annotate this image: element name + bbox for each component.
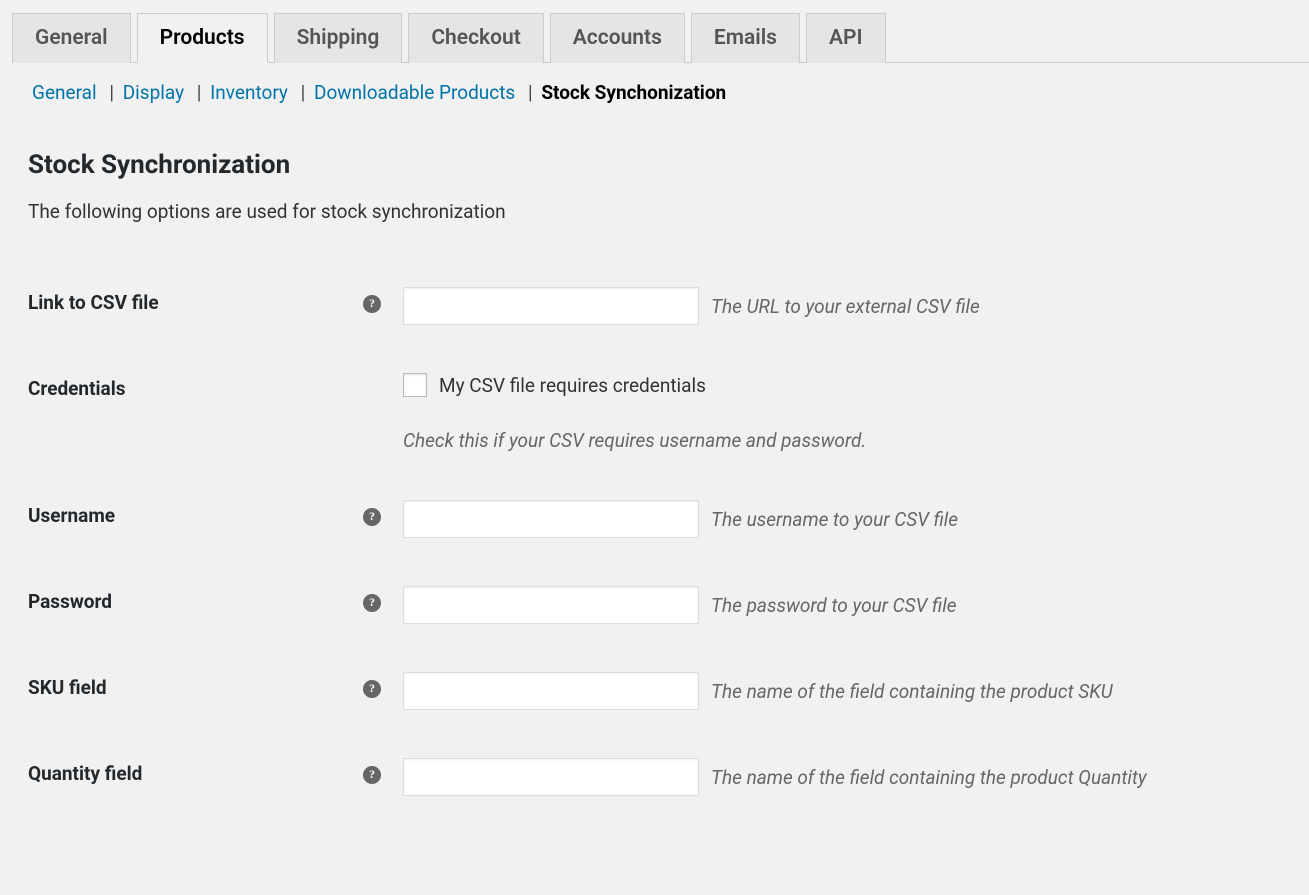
label-credentials: Credentials <box>28 373 363 400</box>
csv-link-hint: The URL to your external CSV file <box>711 295 980 318</box>
help-icon[interactable]: ? <box>363 594 381 612</box>
label-quantity-field: Quantity field <box>28 758 363 785</box>
separator: | <box>109 81 114 104</box>
quantity-field-hint: The name of the field containing the pro… <box>711 766 1147 789</box>
separator: | <box>301 81 306 104</box>
password-hint: The password to your CSV file <box>711 594 956 617</box>
quantity-field-input[interactable] <box>403 758 699 796</box>
row-csv-link: Link to CSV file ? The URL to your exter… <box>28 263 1281 349</box>
label-password: Password <box>28 586 363 613</box>
tab-products[interactable]: Products <box>137 13 268 63</box>
tab-emails[interactable]: Emails <box>691 13 800 63</box>
subnav-inventory[interactable]: Inventory <box>210 81 288 104</box>
row-credentials: Credentials My CSV file requires credent… <box>28 349 1281 476</box>
separator: | <box>528 81 533 104</box>
sku-field-input[interactable] <box>403 672 699 710</box>
credentials-checkbox-label[interactable]: My CSV file requires credentials <box>439 374 706 397</box>
label-sku-field: SKU field <box>28 672 363 699</box>
subnav-stock-sync[interactable]: Stock Synchonization <box>541 81 726 104</box>
csv-link-input[interactable] <box>403 287 699 325</box>
row-sku-field: SKU field ? The name of the field contai… <box>28 648 1281 734</box>
help-icon[interactable]: ? <box>363 766 381 784</box>
subnav-general[interactable]: General <box>32 81 97 104</box>
subnav-display[interactable]: Display <box>123 81 184 104</box>
tab-shipping[interactable]: Shipping <box>274 13 403 63</box>
credentials-checkbox[interactable] <box>403 373 427 397</box>
label-csv-link: Link to CSV file <box>28 287 363 314</box>
tab-api[interactable]: API <box>806 13 886 63</box>
page-title: Stock Synchronization <box>28 150 1281 180</box>
credentials-description: Check this if your CSV requires username… <box>403 429 1281 452</box>
help-icon[interactable]: ? <box>363 508 381 526</box>
tab-checkout[interactable]: Checkout <box>408 13 543 63</box>
username-hint: The username to your CSV file <box>711 508 958 531</box>
password-input[interactable] <box>403 586 699 624</box>
username-input[interactable] <box>403 500 699 538</box>
separator: | <box>197 81 202 104</box>
row-quantity-field: Quantity field ? The name of the field c… <box>28 734 1281 820</box>
tab-accounts[interactable]: Accounts <box>550 13 685 63</box>
sku-field-hint: The name of the field containing the pro… <box>711 680 1113 703</box>
row-password: Password ? The password to your CSV file <box>28 562 1281 648</box>
page-description: The following options are used for stock… <box>28 200 1281 223</box>
row-username: Username ? The username to your CSV file <box>28 476 1281 562</box>
subnav-downloadable[interactable]: Downloadable Products <box>314 81 515 104</box>
help-icon[interactable]: ? <box>363 295 381 313</box>
help-icon[interactable]: ? <box>363 680 381 698</box>
label-username: Username <box>28 500 363 527</box>
sub-navigation: General | Display | Inventory | Download… <box>28 63 1281 114</box>
tab-general[interactable]: General <box>12 13 131 63</box>
main-tabs: General Products Shipping Checkout Accou… <box>12 0 1309 63</box>
